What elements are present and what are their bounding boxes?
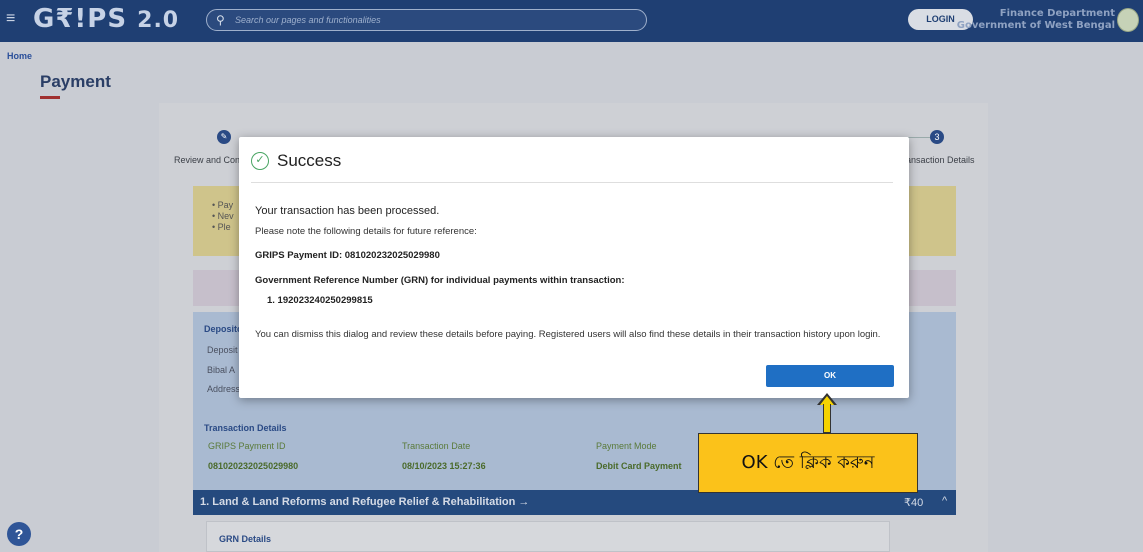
dialog-title: Success bbox=[277, 151, 342, 170]
depositor-row: Bibal A bbox=[207, 365, 236, 375]
depositor-row: Deposit bbox=[207, 345, 238, 355]
bullet-item: • Pay bbox=[212, 200, 234, 210]
top-navbar: ≡ G₹!PS 2.0 ⚲ Search our pages and funct… bbox=[0, 0, 1143, 42]
page-title: Payment bbox=[40, 72, 111, 91]
ok-button[interactable]: OK bbox=[766, 365, 894, 387]
transaction-details-title: Transaction Details bbox=[204, 423, 287, 433]
txn-value-mode: Debit Card Payment bbox=[596, 461, 682, 471]
success-dialog: ✓ Success Your transaction has been proc… bbox=[239, 137, 909, 398]
arrow-shaft bbox=[823, 404, 831, 433]
txn-header-payment-id: GRIPS Payment ID bbox=[208, 441, 286, 451]
dismiss-note: You can dismiss this dialog and review t… bbox=[255, 329, 881, 340]
search-icon: ⚲ bbox=[216, 13, 225, 27]
step-1-label: Review and Confi bbox=[174, 155, 245, 165]
breadcrumb-home[interactable]: Home bbox=[7, 51, 32, 61]
txn-header-date: Transaction Date bbox=[402, 441, 471, 451]
logo-version: 2.0 bbox=[137, 8, 180, 33]
department-name: Finance Department Government of West Be… bbox=[957, 8, 1115, 32]
payment-id-text: GRIPS Payment ID: 081020232025029980 bbox=[255, 250, 440, 261]
notice-bullets: • Pay • Nev • Ple bbox=[212, 200, 234, 233]
grn-details-box: GRN Details bbox=[206, 521, 890, 552]
menu-icon[interactable]: ≡ bbox=[6, 11, 18, 27]
stepper-line bbox=[908, 137, 930, 138]
logo-text: G₹!PS bbox=[33, 4, 128, 34]
grn-list-item: 1. 192023240250299815 bbox=[267, 295, 373, 306]
processed-message: Your transaction has been processed. bbox=[255, 205, 440, 217]
grn-details-title: GRN Details bbox=[219, 534, 272, 544]
step-3-indicator: 3 bbox=[930, 130, 944, 144]
department-amount: ₹40 bbox=[904, 497, 924, 509]
department-accordion[interactable]: 1. Land & Land Reforms and Refugee Relie… bbox=[193, 490, 956, 515]
help-icon[interactable]: ? bbox=[7, 522, 31, 546]
search-input[interactable]: ⚲ Search our pages and functionalities bbox=[206, 9, 647, 31]
txn-value-payment-id: 081020232025029980 bbox=[208, 461, 299, 471]
chevron-up-icon[interactable]: ^ bbox=[942, 495, 947, 507]
title-underline bbox=[40, 96, 60, 99]
department-title: 1. Land & Land Reforms and Refugee Relie… bbox=[200, 496, 530, 508]
check-circle-icon: ✓ bbox=[251, 152, 269, 170]
grips-logo[interactable]: G₹!PS 2.0 bbox=[33, 4, 179, 34]
dept-line-2: Government of West Bengal bbox=[956, 20, 1115, 31]
txn-header-mode: Payment Mode bbox=[596, 441, 657, 451]
dept-line-1: Finance Department bbox=[999, 8, 1115, 19]
depositor-row: Address bbox=[207, 384, 241, 394]
bullet-item: • Ple bbox=[212, 222, 231, 232]
step-3-label: ansaction Details bbox=[906, 155, 975, 165]
instruction-callout: OK তে ক্লিক করুন bbox=[698, 433, 918, 493]
reference-note: Please note the following details for fu… bbox=[255, 226, 477, 237]
grn-heading: Government Reference Number (GRN) for in… bbox=[255, 275, 625, 286]
step-1-edit-icon: ✎ bbox=[217, 130, 231, 144]
emblem-icon bbox=[1117, 8, 1139, 32]
depositor-title: Deposito bbox=[204, 324, 243, 334]
dialog-divider bbox=[251, 182, 893, 183]
search-placeholder: Search our pages and functionalities bbox=[235, 15, 381, 25]
txn-value-date: 08/10/2023 15:27:36 bbox=[402, 461, 486, 471]
bullet-item: • Nev bbox=[212, 211, 234, 221]
